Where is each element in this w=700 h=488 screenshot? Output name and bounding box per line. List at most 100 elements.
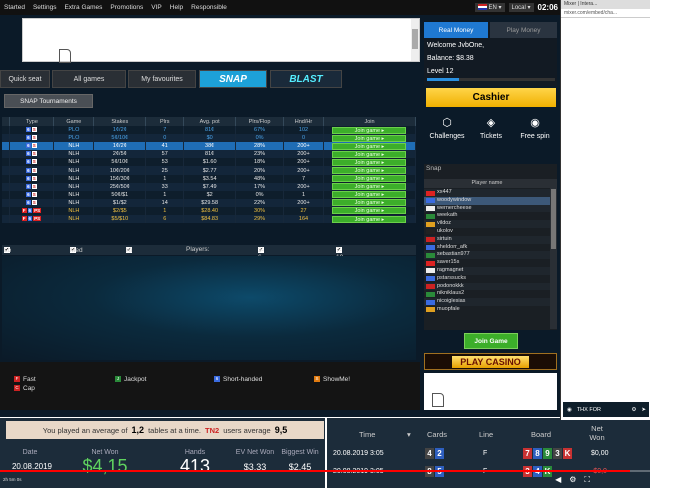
video-progress-bar[interactable] [0, 470, 650, 472]
menu-vip[interactable]: VIP [151, 4, 161, 11]
table-row[interactable]: 6 S PLO 1¢/2¢ 7 81¢ 67% 102 Join game ▸ [2, 126, 417, 135]
player-list-scrollbar[interactable] [550, 179, 557, 329]
row-checkbox[interactable] [2, 182, 11, 191]
cashier-button[interactable]: Cashier [426, 88, 556, 107]
challenges-button[interactable]: ⬡ Challenges [426, 116, 468, 140]
row-checkbox[interactable] [2, 174, 11, 183]
join-game-row-button[interactable]: Join game ▸ [332, 215, 407, 223]
player-list-item[interactable]: pstarssucks [424, 275, 550, 283]
player-list-item[interactable]: sirtuin [424, 235, 550, 244]
player-list-item[interactable]: ragmagnet [424, 266, 550, 275]
tab-quick-seat[interactable]: Quick seat [0, 70, 50, 88]
col-avg-pot[interactable]: Avg. pot [183, 117, 237, 126]
mixer-chat-input[interactable]: ◉ THX FOR ⚙ ➤ [563, 402, 649, 417]
join-game-row-button[interactable]: Join game ▸ [332, 126, 407, 134]
join-game-row-button[interactable]: Join game ▸ [332, 175, 407, 183]
table-row[interactable]: 6 S PLO 5¢/10¢ 0 $0 0% 0 Join game ▸ [2, 134, 417, 143]
table-row[interactable]: 6 S NLH 15¢/30¢ 1 $3.54 48% 7 Join game ▸ [2, 174, 417, 183]
menu-responsible[interactable]: Responsible [191, 4, 227, 11]
tab-my-favourites[interactable]: My favourites [128, 70, 196, 88]
row-checkbox[interactable] [2, 190, 11, 199]
player-list-item[interactable]: wernercheese [424, 204, 550, 213]
table-row[interactable]: F 6 PS NLH $5/$10 6 $84.83 29% 164 Join game ▸ [2, 215, 417, 224]
join-game-row-button[interactable]: Join game ▸ [332, 183, 407, 191]
col-game[interactable]: Game [53, 117, 95, 126]
join-game-row-button[interactable]: Join game ▸ [332, 207, 407, 215]
join-game-row-button[interactable]: Join game ▸ [332, 191, 407, 199]
hist-cards-header[interactable]: Cards [427, 430, 447, 439]
player-name-header[interactable]: Player name [424, 179, 550, 188]
menu-started[interactable]: Started [4, 4, 25, 11]
join-game-row-button[interactable]: Join game ▸ [332, 150, 407, 158]
send-icon[interactable]: ➤ [641, 407, 646, 413]
row-checkbox[interactable] [2, 134, 11, 143]
table-row[interactable]: 6 S NLH $1/$2 14 $29.58 22% 200+ Join game ▸ [2, 198, 417, 207]
col-hands-hr[interactable]: Hnd/Hr [283, 117, 324, 126]
row-checkbox[interactable] [2, 142, 11, 151]
menu-help[interactable]: Help [170, 4, 183, 11]
player-list-item[interactable]: sebastian977 [424, 251, 550, 260]
player-list-item[interactable]: nikniklaus2 [424, 290, 550, 298]
table-row[interactable]: 6 S NLH 5¢/10¢ 53 $1.60 18% 200+ Join game ▸ [2, 158, 417, 167]
row-checkbox[interactable] [2, 198, 11, 207]
row-checkbox[interactable] [2, 215, 11, 224]
player-list-item[interactable]: saver15s [424, 259, 550, 267]
tickets-button[interactable]: ◈ Tickets [470, 116, 512, 140]
language-select[interactable]: EN ▾ [474, 3, 505, 12]
hist-time-header[interactable]: Time [359, 430, 375, 439]
snap-tournaments-button[interactable]: SNAP Tournaments [4, 94, 93, 108]
server-select[interactable]: Local ▾ [508, 3, 534, 12]
tab-play-money[interactable]: Play Money [490, 22, 557, 38]
player-list-item[interactable]: sheldorr_afk [424, 244, 550, 252]
tab-snap[interactable]: SNAP [199, 70, 267, 88]
player-list-item[interactable]: vildoz [424, 220, 550, 228]
menu-settings[interactable]: Settings [33, 4, 57, 11]
menu-promotions[interactable]: Promotions [110, 4, 143, 11]
join-game-row-button[interactable]: Join game ▸ [332, 158, 407, 166]
col-plrs-flop[interactable]: Plrs/Flop [235, 117, 285, 126]
settings-icon[interactable]: ⚙ [569, 475, 576, 485]
col-stakes[interactable]: Stakes [93, 117, 147, 126]
player-list-item[interactable]: podonokkk [424, 282, 550, 291]
table-row[interactable]: F 6 PS NLH $2/$5 1 $28.40 30% 27 Join game ▸ [2, 206, 417, 216]
free-spin-button[interactable]: ◉ Free spin [514, 116, 556, 140]
hist-net-header[interactable]: Net Won [585, 424, 609, 442]
row-checkbox[interactable] [2, 158, 11, 167]
player-list-item[interactable]: ukolov [424, 228, 550, 236]
player-list-item[interactable]: woodywindow [424, 196, 550, 205]
play-casino-banner[interactable]: PLAY CASINO [424, 353, 557, 370]
tab-blast[interactable]: BLAST [270, 70, 342, 88]
join-game-row-button[interactable]: Join game ▸ [332, 142, 407, 150]
tab-all-games[interactable]: All games [52, 70, 126, 88]
player-list-item[interactable]: muopfale [424, 306, 550, 314]
player-list-item[interactable]: xx447 [424, 189, 550, 197]
banner-scrollbar[interactable] [411, 19, 419, 61]
tab-real-money[interactable]: Real Money [424, 22, 488, 38]
fullscreen-icon[interactable]: ⛶ [584, 475, 590, 485]
row-checkbox[interactable] [2, 150, 11, 159]
row-checkbox[interactable] [2, 126, 11, 135]
table-row[interactable]: 6 S NLH 2¢/5¢ 57 81¢ 23% 200+ Join game ▸ [2, 150, 417, 159]
join-game-row-button[interactable]: Join game ▸ [332, 199, 407, 207]
player-list-item[interactable]: nicoiglesias [424, 298, 550, 306]
settings-icon[interactable]: ⚙ [631, 407, 636, 413]
col-type[interactable]: Type [9, 117, 55, 126]
hist-board-header[interactable]: Board [531, 430, 551, 439]
join-game-row-button[interactable]: Join game ▸ [332, 134, 407, 142]
hist-line-header[interactable]: Line [479, 430, 493, 439]
volume-icon[interactable]: ◀ [555, 475, 561, 485]
menu-extra-games[interactable]: Extra Games [64, 4, 102, 11]
emoji-icon[interactable]: ◉ [567, 407, 572, 413]
legend-short-handed-label: Short-handed [223, 376, 263, 383]
join-game-row-button[interactable]: Join game ▸ [332, 167, 407, 175]
hist-sort-icon[interactable]: ▾ [407, 430, 411, 439]
player-list-item[interactable]: weekath [424, 212, 550, 220]
join-game-button[interactable]: Join Game [464, 333, 518, 349]
table-row[interactable]: 6 S NLH 10¢/20¢ 25 $2.77 20% 200+ Join game ▸ [2, 166, 417, 175]
row-checkbox[interactable] [2, 206, 11, 216]
row-checkbox[interactable] [2, 166, 11, 175]
table-row[interactable]: 6 S NLH 50¢/$1 1 $2 0% 1 Join game ▸ [2, 190, 417, 199]
table-row[interactable]: 6 S NLH 25¢/50¢ 33 $7.49 17% 200+ Join game ▸ [2, 182, 417, 191]
col-players[interactable]: Plrs [145, 117, 185, 126]
table-row[interactable]: 6 S NLH 1¢/2¢ 41 38¢ 28% 200+ Join game ▸ [2, 142, 417, 151]
